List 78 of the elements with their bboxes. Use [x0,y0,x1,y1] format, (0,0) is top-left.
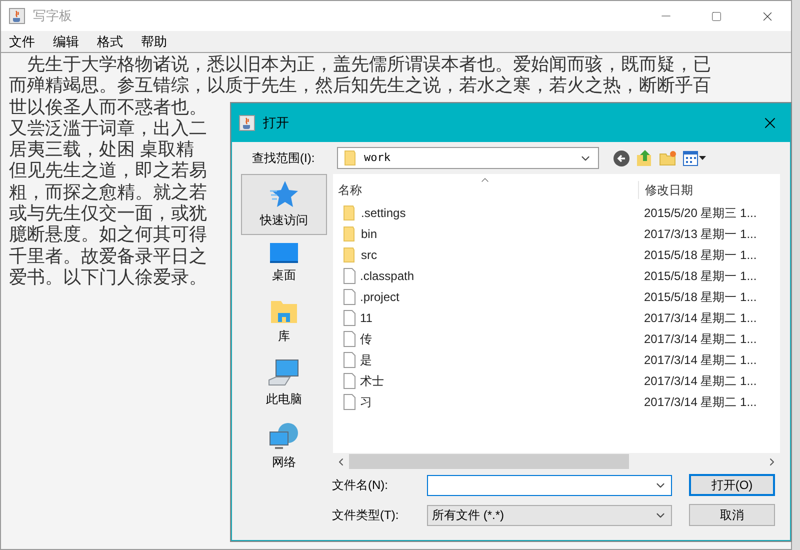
maximize-icon[interactable] [711,10,722,22]
file-name[interactable]: 传 [360,330,372,348]
dialog-title: 打开 [263,114,289,132]
file-name-field[interactable] [427,474,672,496]
scrollbar-thumb[interactable] [349,454,629,470]
cup-icon [9,8,25,24]
modified-date: 2015/5/18 星期一 1... [643,288,758,306]
place-item[interactable]: 桌面 [241,237,327,290]
folder-icon [343,226,357,242]
place-item[interactable]: 此电脑 [241,353,327,414]
text-line: 先生于大学格物诸说，悉以旧本为正，盖先儒所谓误本者也。爱始闻而骇，既而疑，已 [26,54,711,76]
folder-icon [344,150,358,166]
folder-icon [343,204,357,220]
file-icon [343,330,356,346]
library-folder-icon [270,298,298,324]
modified-date: 2017/3/14 星期二 1... [643,352,758,368]
column-header[interactable]: 修改日期 [638,181,771,199]
menu-item[interactable]: 编辑 [53,32,79,52]
file-name[interactable]: src [361,246,377,264]
file-icon [343,394,356,410]
text-line: 居夷三载，处困 桌取精 [9,139,194,160]
file-name[interactable]: 习 [360,392,372,410]
file-name[interactable]: .classpath [360,266,414,284]
look-in-dropdown[interactable]: work [337,147,599,169]
file-name[interactable]: .project [360,288,400,306]
window-title: 写字板 [33,7,72,26]
back-icon[interactable] [613,150,630,166]
look-in-label: 查找范围(I): [252,150,316,167]
grid-view-icon [683,150,698,166]
cup-icon [239,115,255,131]
place-item[interactable]: 网络 [241,416,327,477]
text-line: 粗，而探之愈精。就之若 [9,182,207,204]
file-name[interactable]: 11 [360,308,372,326]
modified-date: 2015/5/18 星期一 1... [643,268,758,284]
text-line: 爱书。以下门人徐爱录。 [9,266,207,288]
column-header[interactable]: 名称 [333,181,638,199]
modified-date: 2017/3/14 星期二 1... [643,372,758,390]
text-line: 或与先生仅交一面，或犹 [9,203,207,224]
menu-item[interactable]: 格式 [97,32,123,52]
open-button[interactable]: 打开(O) [689,474,775,496]
file-icon [343,268,356,284]
new-folder-icon[interactable] [659,150,677,166]
view-menu-button[interactable] [683,150,706,166]
file-name[interactable]: 术士 [360,372,384,390]
file-name[interactable]: bin [361,224,378,242]
folder-icon [343,246,357,262]
text-line: 但见先生之道，即之若易 [9,160,207,182]
modified-date: 2017/3/13 星期一 1... [643,226,758,242]
computer-icon [268,359,300,387]
up-folder-icon[interactable] [636,149,653,167]
modified-date: 2017/3/14 星期二 1... [643,330,758,348]
file-type-dropdown[interactable]: 所有文件 (*.*) [427,504,672,526]
file-type-label: 文件类型(T): [332,507,400,524]
text-line: 而殚精竭思。参互错综，以质于先生，然后知先生之说，若水之寒，若火之热，断断乎百 [9,75,711,97]
caret-icon [699,156,706,160]
text-line: 千里者。故爱备录平日之 [9,246,207,267]
modified-date: 2017/3/14 星期二 1... [643,394,758,410]
file-icon [343,288,356,304]
cancel-button[interactable]: 取消 [689,504,775,526]
file-name[interactable]: 是 [360,350,372,368]
modified-date: 2017/3/14 星期二 1... [643,310,758,326]
menu-item[interactable]: 文件 [9,32,35,52]
file-icon [343,352,356,368]
network-icon [268,422,300,450]
file-name[interactable]: .settings [361,204,406,222]
place-item[interactable]: 库 [241,292,327,351]
modified-date: 2015/5/20 星期三 1... [643,204,758,222]
menu-item[interactable]: 帮助 [141,32,167,52]
text-line: 世以俟圣人而不惑者也。 [9,96,207,118]
desktop-icon [270,243,298,263]
file-icon [343,372,356,388]
place-item[interactable]: 快速访问 [241,174,327,235]
star-icon [269,180,299,208]
file-name-label: 文件名(N): [332,477,389,494]
file-icon [343,310,356,326]
modified-date: 2015/5/18 星期一 1... [643,246,758,264]
text-line: 臆断悬度。如之何其可得 [9,224,207,246]
text-line: 又尝泛滥于词章，出入二 [9,118,207,140]
